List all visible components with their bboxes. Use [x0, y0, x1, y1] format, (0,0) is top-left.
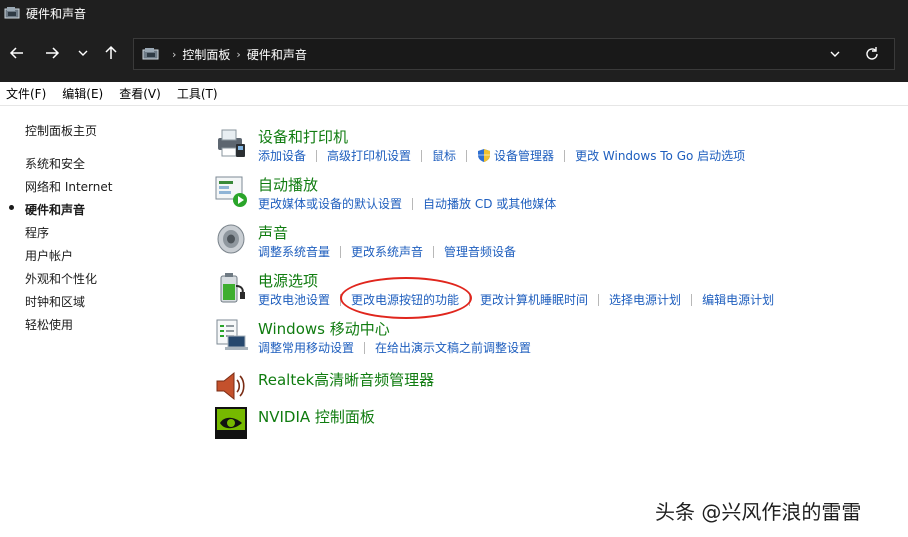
battery-icon	[220, 273, 245, 303]
link-divider	[340, 245, 342, 258]
link-divider	[466, 149, 468, 162]
red-highlight-circle	[340, 277, 472, 319]
link-divider	[691, 293, 693, 306]
autoplay-icon	[215, 176, 247, 207]
category-title[interactable]: NVIDIA 控制面板	[258, 406, 375, 427]
active-indicator	[9, 205, 14, 210]
category-links: 更改电池设置 更改电源按钮的功能 更改计算机睡眠时间 选择电源计划 编辑电源计划	[258, 291, 774, 308]
sidebar-item-appearance[interactable]: 外观和个性化	[25, 270, 97, 287]
link-windows-to-go[interactable]: 更改 Windows To Go 启动选项	[575, 147, 745, 164]
speaker-icon	[217, 224, 245, 254]
link-advanced-printer-setup[interactable]: 高级打印机设置	[327, 147, 411, 164]
category-title[interactable]: 自动播放	[258, 174, 318, 195]
menu-tools[interactable]: 工具(T)	[177, 85, 218, 102]
link-divider	[364, 341, 366, 354]
arrow-up-icon	[105, 45, 117, 59]
watermark: 头条 @兴风作浪的雷雷	[655, 500, 862, 524]
menu-view[interactable]: 查看(V)	[119, 85, 161, 102]
control-panel-icon	[142, 48, 159, 60]
link-autoplay-cd[interactable]: 自动播放 CD 或其他媒体	[423, 195, 556, 212]
link-mobility-settings[interactable]: 调整常用移动设置	[258, 339, 354, 356]
sidebar-item-home[interactable]: 控制面板主页	[25, 122, 97, 139]
link-divider	[421, 149, 423, 162]
sidebar-item-hardware-sound[interactable]: 硬件和声音	[25, 201, 85, 218]
menu-file[interactable]: 文件(F)	[6, 85, 46, 102]
up-button[interactable]	[99, 41, 123, 65]
sidebar-item-ease-of-access[interactable]: 轻松使用	[25, 316, 73, 333]
nvidia-icon	[215, 407, 247, 439]
link-add-device[interactable]: 添加设备	[258, 147, 306, 164]
control-panel-icon	[4, 7, 20, 19]
category-title[interactable]: 设备和打印机	[258, 126, 348, 147]
link-manage-audio-devices[interactable]: 管理音频设备	[444, 243, 516, 260]
link-presentation-settings[interactable]: 在给出演示文稿之前调整设置	[375, 339, 531, 356]
link-choose-power-plan[interactable]: 选择电源计划	[609, 291, 681, 308]
category-links: 更改媒体或设备的默认设置 自动播放 CD 或其他媒体	[258, 195, 556, 212]
address-bar[interactable]: › 控制面板 › 硬件和声音	[133, 38, 895, 70]
link-divider	[412, 197, 414, 210]
chevron-down-icon[interactable]	[828, 47, 842, 61]
category-title[interactable]: 声音	[258, 222, 288, 243]
sidebar-item-programs[interactable]: 程序	[25, 224, 49, 241]
link-media-defaults[interactable]: 更改媒体或设备的默认设置	[258, 195, 402, 212]
sidebar-item-clock-region[interactable]: 时钟和区域	[25, 293, 85, 310]
category-links: 调整常用移动设置 在给出演示文稿之前调整设置	[258, 339, 531, 356]
breadcrumb-hardware-sound[interactable]: 硬件和声音	[247, 46, 307, 63]
title-bar: 硬件和声音	[0, 0, 908, 26]
menu-bar: 文件(F) 编辑(E) 查看(V) 工具(T)	[0, 82, 908, 106]
link-divider	[433, 245, 435, 258]
link-adjust-volume[interactable]: 调整系统音量	[258, 243, 330, 260]
category-title[interactable]: Realtek高清晰音频管理器	[258, 369, 434, 390]
link-device-manager[interactable]: 设备管理器	[494, 147, 554, 164]
breadcrumb-separator: ›	[172, 47, 177, 61]
category-title[interactable]: Windows 移动中心	[258, 318, 390, 339]
refresh-icon[interactable]	[864, 46, 880, 62]
mobility-center-icon	[216, 319, 248, 350]
category-links: 添加设备 高级打印机设置 鼠标 设备管理器 更改 Windows To Go 启…	[258, 147, 745, 164]
link-divider	[564, 149, 566, 162]
sidebar-item-network[interactable]: 网络和 Internet	[25, 178, 112, 195]
arrow-left-icon	[9, 47, 23, 59]
link-battery-settings[interactable]: 更改电池设置	[258, 291, 330, 308]
forward-button[interactable]	[40, 41, 64, 65]
arrow-right-icon	[46, 47, 60, 59]
link-divider	[316, 149, 318, 162]
sidebar-item-user-accounts[interactable]: 用户帐户	[25, 247, 73, 264]
chevron-down-icon	[78, 50, 88, 56]
navigation-bar: › 控制面板 › 硬件和声音	[0, 26, 908, 82]
link-sleep-time[interactable]: 更改计算机睡眠时间	[480, 291, 588, 308]
window-title: 硬件和声音	[26, 6, 87, 21]
breadcrumb-separator: ›	[236, 47, 241, 61]
recent-locations-button[interactable]	[71, 41, 95, 65]
category-links: 调整系统音量 更改系统声音 管理音频设备	[258, 243, 516, 260]
breadcrumb-control-panel[interactable]: 控制面板	[182, 46, 230, 63]
link-edit-power-plan[interactable]: 编辑电源计划	[702, 291, 774, 308]
link-divider	[598, 293, 600, 306]
menu-edit[interactable]: 编辑(E)	[62, 85, 103, 102]
category-title[interactable]: 电源选项	[258, 270, 318, 291]
printer-icon	[218, 129, 245, 157]
link-change-sounds[interactable]: 更改系统声音	[351, 243, 423, 260]
realtek-speaker-icon	[216, 371, 245, 401]
back-button[interactable]	[5, 41, 29, 65]
sidebar-item-system-security[interactable]: 系统和安全	[25, 155, 85, 172]
link-mouse[interactable]: 鼠标	[432, 147, 456, 164]
shield-icon	[478, 149, 491, 162]
